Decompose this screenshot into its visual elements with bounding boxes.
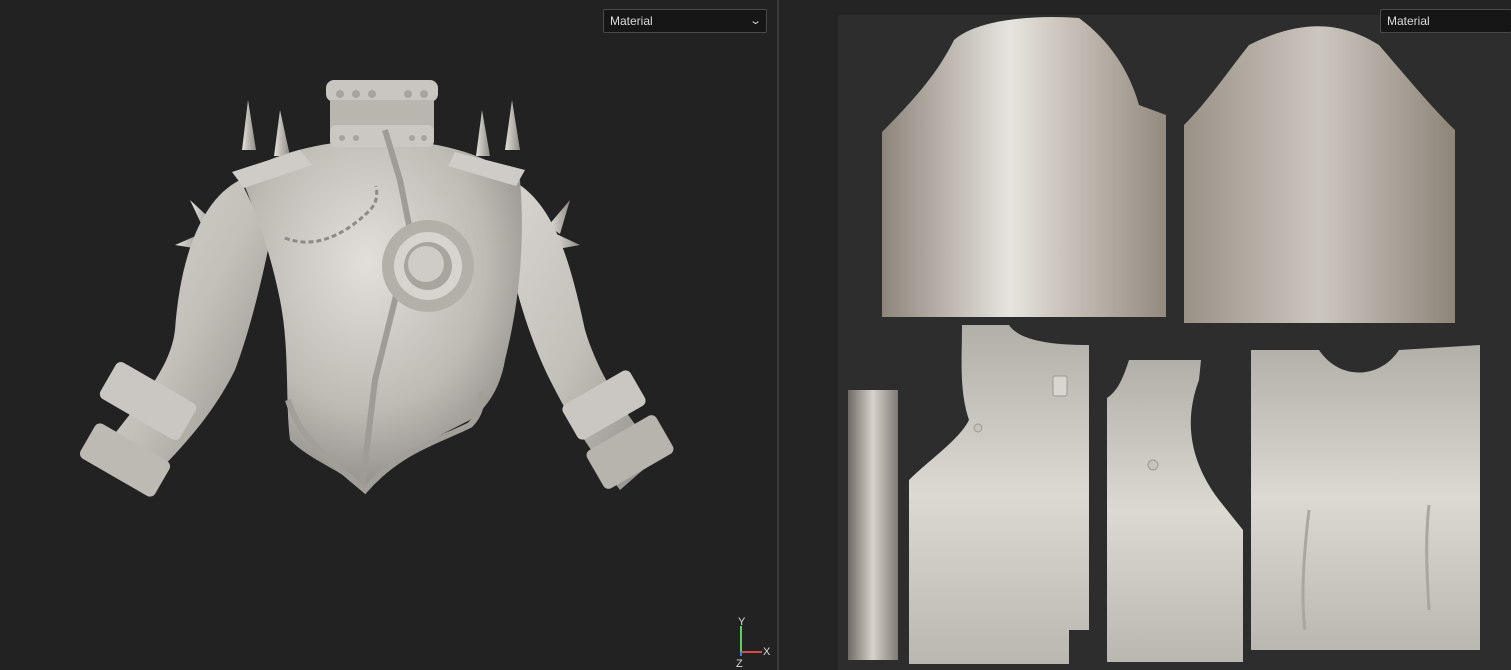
spike [505,100,520,150]
uv-island [1107,360,1243,662]
uv-island [882,17,1166,318]
material-dropdown-3d-value: Material [610,14,653,28]
jacket-3d-model [79,80,674,497]
spike [242,100,256,150]
material-dropdown-uv[interactable]: Material [1380,9,1511,33]
spike [274,110,290,156]
chevron-down-icon: ⌄ [748,15,762,27]
material-dropdown-uv-value: Material [1387,14,1430,28]
uv-island [848,390,898,660]
viewport-3d[interactable]: Material ⌄ Y X Z [0,0,777,670]
uv-island [1184,26,1455,323]
uv-island [1251,345,1480,650]
spike [476,110,490,156]
uv-islands [848,17,1480,664]
viewport-uv[interactable]: Material [779,0,1511,670]
material-dropdown-3d[interactable]: Material ⌄ [603,9,767,33]
